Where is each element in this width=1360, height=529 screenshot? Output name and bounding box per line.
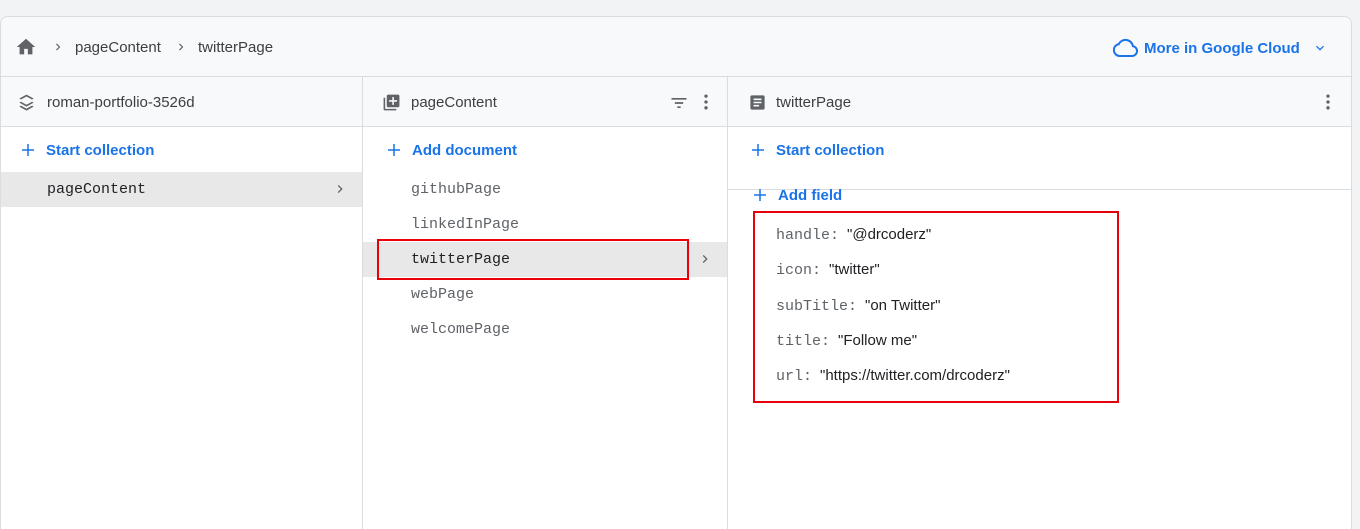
chevron-down-icon [1315, 45, 1324, 51]
breadcrumb-pagecontent[interactable]: pageContent [75, 39, 161, 56]
plus-icon [752, 144, 764, 156]
field-row-url[interactable]: url: "https://twitter.com/drcoderz" [776, 367, 1010, 389]
list-item-githubpage[interactable]: githubPage [363, 172, 727, 207]
collection-icon [383, 94, 400, 111]
add-document-label: Add document [412, 141, 517, 159]
field-row-title[interactable]: title: "Follow me" [776, 332, 917, 354]
chevron-right-icon [179, 43, 184, 51]
start-collection-button[interactable]: Start collection [19, 138, 154, 162]
field-row-subtitle[interactable]: subTitle: "on Twitter" [776, 297, 940, 319]
list-item-label: linkedInPage [411, 216, 520, 233]
list-item-label: pageContent [47, 181, 147, 198]
collection-column-header: pageContent [363, 77, 727, 127]
filter-icon[interactable] [668, 93, 690, 113]
more-in-google-cloud-button[interactable]: More in Google Cloud [1113, 36, 1328, 60]
add-document-button[interactable]: Add document [385, 138, 517, 162]
more-vert-icon[interactable] [696, 92, 716, 112]
add-field-button[interactable]: Add field [751, 183, 842, 207]
plus-icon [22, 144, 34, 156]
list-item-welcomepage[interactable]: welcomePage [363, 312, 727, 347]
firestore-icon [19, 94, 34, 111]
collection-title: pageContent [411, 94, 497, 111]
start-collection-label: Start collection [776, 141, 885, 159]
more-vert-icon[interactable] [1318, 92, 1338, 112]
cloud-icon [1113, 38, 1138, 57]
start-collection-button[interactable]: Start collection [749, 138, 884, 162]
field-value: "Follow me" [838, 332, 918, 349]
chevron-right-icon [337, 185, 343, 193]
collection-column: pageContent Add document githubPage link… [363, 77, 728, 529]
list-item-webpage[interactable]: webPage [363, 277, 727, 312]
firestore-data-panel: pageContent twitterPage More in Google C… [0, 16, 1352, 529]
document-title: twitterPage [776, 94, 852, 111]
add-field-label: Add field [778, 186, 843, 204]
field-value: "@drcoderz" [847, 226, 932, 243]
root-column-header: roman-portfolio-3526d [1, 77, 362, 127]
root-column: roman-portfolio-3526d Start collection p… [1, 77, 363, 529]
start-collection-label: Start collection [46, 141, 155, 159]
chevron-right-icon [56, 43, 61, 51]
field-value: "twitter" [829, 261, 880, 278]
list-item-twitterpage[interactable]: twitterPage [363, 242, 727, 277]
field-key: title: [776, 333, 831, 350]
chevron-right-icon [702, 255, 708, 263]
field-key: url: [776, 368, 813, 385]
more-in-google-cloud-label: More in Google Cloud [1144, 39, 1300, 57]
project-title: roman-portfolio-3526d [47, 94, 195, 111]
home-icon[interactable] [15, 36, 37, 58]
list-item-label: twitterPage [411, 251, 511, 268]
list-item-label: welcomePage [411, 321, 511, 338]
field-row-icon[interactable]: icon: "twitter" [776, 261, 880, 283]
field-value: "on Twitter" [865, 297, 941, 314]
document-icon [750, 95, 765, 110]
field-value: "https://twitter.com/drcoderz" [820, 367, 1010, 384]
field-key: subTitle: [776, 298, 858, 315]
document-column: twitterPage Start collection Add field h… [728, 77, 1351, 529]
document-column-header: twitterPage [728, 77, 1351, 127]
field-row-handle[interactable]: handle: "@drcoderz" [776, 226, 931, 248]
plus-icon [388, 144, 400, 156]
field-key: icon: [776, 262, 822, 279]
list-item-pagecontent[interactable]: pageContent [1, 172, 362, 207]
breadcrumb-bar: pageContent twitterPage More in Google C… [1, 17, 1351, 77]
list-item-label: webPage [411, 286, 475, 303]
field-key: handle: [776, 227, 840, 244]
plus-icon [754, 189, 766, 201]
list-item-linkedinpage[interactable]: linkedInPage [363, 207, 727, 242]
breadcrumb-twitterpage[interactable]: twitterPage [198, 39, 273, 56]
list-item-label: githubPage [411, 181, 502, 198]
